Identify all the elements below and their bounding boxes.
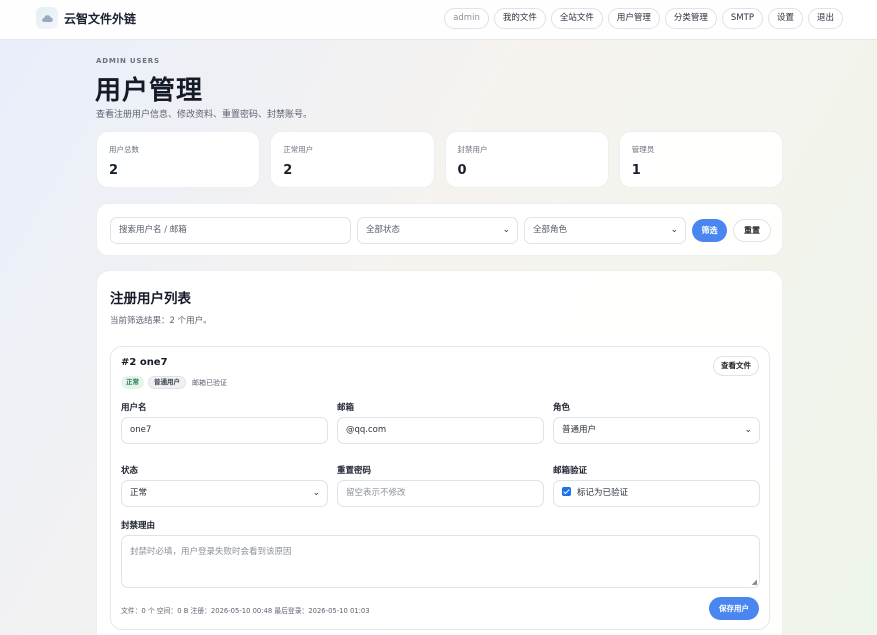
nav-user-management[interactable]: 用户管理 xyxy=(607,8,660,29)
status-filter-value: 全部状态 xyxy=(366,225,401,235)
email-value: @qq.com xyxy=(346,425,387,435)
stat-value: 1 xyxy=(631,163,641,178)
username-value: one7 xyxy=(130,425,152,435)
role-label: 角色 xyxy=(553,403,571,413)
brand-name: 云智文件外链 xyxy=(64,11,137,26)
filter-bar: 搜索用户名 / 邮箱 全部状态 ⌄ 全部角色 ⌄ 筛选 重置 xyxy=(96,203,783,256)
status-value: 正常 xyxy=(130,488,148,498)
chevron-down-icon: ⌄ xyxy=(670,225,678,235)
password-placeholder: 留空表示不修改 xyxy=(346,488,406,498)
password-field[interactable]: 留空表示不修改 xyxy=(337,480,544,507)
ban-reason-label: 封禁理由 xyxy=(121,521,156,531)
stat-card-active: 正常用户 2 xyxy=(270,131,435,188)
page-eyebrow: ADMIN USERS xyxy=(96,57,160,65)
stat-value: 2 xyxy=(283,163,293,178)
username-label: 用户名 xyxy=(121,403,147,413)
user-card: #2 one7 正常 普通用户 邮箱已验证 查看文件 用户名 one7 邮箱 @… xyxy=(110,346,770,630)
stat-label: 封禁用户 xyxy=(457,145,488,154)
stat-label: 管理员 xyxy=(631,145,655,154)
status-label: 状态 xyxy=(121,466,139,476)
page-title: 用户管理 xyxy=(95,76,204,106)
stat-value: 0 xyxy=(457,163,467,178)
user-meta: 文件：0 个 空间：0 B 注册：2026-05-10 00:48 最后登录：2… xyxy=(121,607,370,615)
nav-settings[interactable]: 设置 xyxy=(767,8,803,29)
search-placeholder: 搜索用户名 / 邮箱 xyxy=(119,225,187,235)
nav-my-files[interactable]: 我的文件 xyxy=(493,8,546,29)
role-badge: 普通用户 xyxy=(148,376,186,389)
verified-text: 邮箱已验证 xyxy=(192,378,227,387)
chevron-down-icon: ⌄ xyxy=(312,488,320,498)
nav-menu: admin 我的文件 全站文件 用户管理 分类管理 SMTP 设置 退出 xyxy=(444,8,843,29)
ban-reason-placeholder: 封禁时必填，用户登录失败时会看到该原因 xyxy=(130,547,292,557)
email-field[interactable]: @qq.com xyxy=(337,417,544,444)
nav-all-files[interactable]: 全站文件 xyxy=(550,8,603,29)
filter-button[interactable]: 筛选 xyxy=(692,219,727,242)
user-badges: 正常 普通用户 邮箱已验证 xyxy=(121,376,227,389)
verify-label: 邮箱验证 xyxy=(553,466,588,476)
resize-handle-icon[interactable]: ◢ xyxy=(752,578,757,586)
status-badge: 正常 xyxy=(121,376,144,389)
ban-reason-textarea[interactable]: 封禁时必填，用户登录失败时会看到该原因 ◢ xyxy=(121,535,760,588)
nav-logout[interactable]: 退出 xyxy=(807,8,843,29)
list-title: 注册用户列表 xyxy=(110,291,191,307)
reset-button[interactable]: 重置 xyxy=(733,219,771,242)
stat-label: 用户总数 xyxy=(109,145,139,154)
status-filter-select[interactable]: 全部状态 ⌄ xyxy=(357,217,518,244)
stats-row: 用户总数 2 正常用户 2 封禁用户 0 管理员 1 xyxy=(96,131,783,188)
verified-checkbox[interactable] xyxy=(562,487,571,496)
page-subtitle: 查看注册用户信息、修改资料、重置密码、封禁账号。 xyxy=(96,110,313,120)
stat-card-total: 用户总数 2 xyxy=(96,131,261,188)
role-filter-value: 全部角色 xyxy=(533,225,568,235)
status-select[interactable]: 正常 ⌄ xyxy=(121,480,328,507)
email-label: 邮箱 xyxy=(337,403,355,413)
save-user-button[interactable]: 保存用户 xyxy=(709,597,759,620)
chevron-down-icon: ⌄ xyxy=(744,425,752,435)
stat-label: 正常用户 xyxy=(283,145,314,154)
stat-value: 2 xyxy=(109,163,119,178)
chevron-down-icon: ⌄ xyxy=(502,225,510,235)
stat-card-admins: 管理员 1 xyxy=(618,131,783,188)
nav-smtp[interactable]: SMTP xyxy=(721,8,763,29)
brand-link[interactable]: 云智文件外链 xyxy=(36,7,136,29)
role-value: 普通用户 xyxy=(562,425,597,435)
verify-checkbox-label: 标记为已验证 xyxy=(577,488,629,498)
search-input[interactable]: 搜索用户名 / 邮箱 xyxy=(110,217,351,244)
list-summary: 当前筛选结果：2 个用户。 xyxy=(110,316,212,326)
role-filter-select[interactable]: 全部角色 ⌄ xyxy=(524,217,686,244)
username-field[interactable]: one7 xyxy=(121,417,328,444)
verify-toggle[interactable]: 标记为已验证 xyxy=(553,480,760,507)
role-select[interactable]: 普通用户 ⌄ xyxy=(553,417,760,444)
top-navbar: 云智文件外链 admin 我的文件 全站文件 用户管理 分类管理 SMTP 设置… xyxy=(0,0,877,40)
user-list-panel: 注册用户列表 当前筛选结果：2 个用户。 #2 one7 正常 普通用户 邮箱已… xyxy=(96,270,783,635)
user-heading: #2 one7 xyxy=(121,357,168,368)
cloud-icon xyxy=(36,7,58,29)
nav-categories[interactable]: 分类管理 xyxy=(664,8,717,29)
password-label: 重置密码 xyxy=(337,466,372,476)
nav-admin-user[interactable]: admin xyxy=(444,8,489,29)
view-files-button[interactable]: 查看文件 xyxy=(713,356,759,376)
stat-card-banned: 封禁用户 0 xyxy=(444,131,609,188)
